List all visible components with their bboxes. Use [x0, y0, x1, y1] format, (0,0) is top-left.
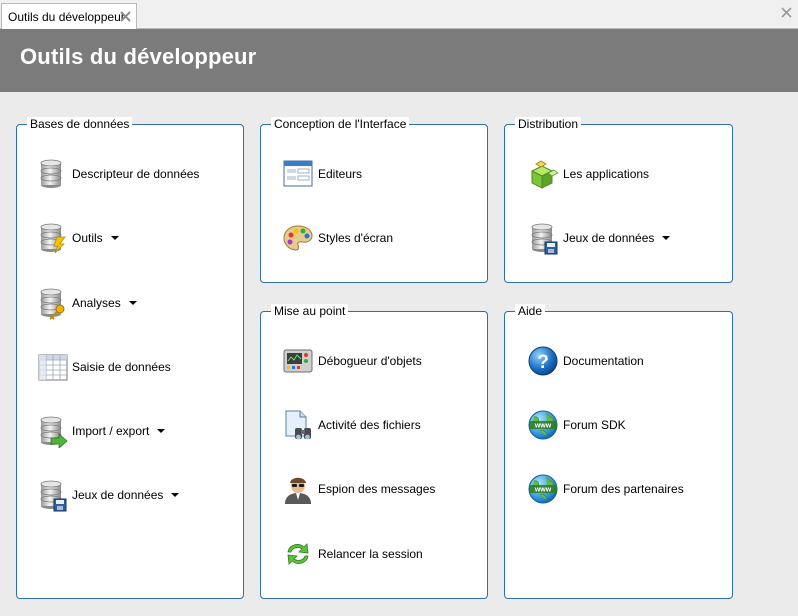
group-aide: Aide ? Documentation www Forum SDK www F… — [504, 304, 733, 599]
database-icon — [35, 157, 69, 191]
item-outils[interactable]: Outils — [35, 221, 119, 255]
dropdown-arrow-icon[interactable] — [662, 236, 671, 240]
dropdown-arrow-icon[interactable] — [171, 493, 180, 497]
spy-icon — [281, 472, 315, 506]
globe-www-icon: www — [526, 472, 560, 506]
item-descripteur-donnees[interactable]: Descripteur de données — [35, 157, 199, 191]
item-les-applications[interactable]: Les applications — [526, 157, 649, 191]
refresh-icon — [281, 537, 315, 571]
close-icon[interactable] — [780, 6, 793, 19]
item-label: Saisie de données — [72, 360, 171, 374]
tab-strip: Outils du développeur — [0, 0, 798, 29]
item-jeux-donnees-dist[interactable]: Jeux de données — [526, 221, 671, 255]
item-label: Débogueur d'objets — [318, 354, 422, 368]
item-label: Descripteur de données — [72, 167, 200, 181]
item-activite-fichiers[interactable]: Activité des fichiers — [281, 408, 421, 442]
item-forum-sdk[interactable]: www Forum SDK — [526, 408, 626, 442]
dropdown-arrow-icon[interactable] — [128, 301, 137, 305]
svg-text:www: www — [534, 487, 552, 494]
group-conception-interface: Conception de l'Interface Editeurs Style… — [260, 117, 488, 283]
monitor-device-icon — [281, 344, 315, 378]
svg-text:www: www — [534, 423, 552, 430]
item-espion-messages[interactable]: Espion des messages — [281, 472, 435, 506]
cubes-icon — [526, 157, 560, 191]
database-save-icon — [35, 478, 69, 512]
item-relancer-session[interactable]: Relancer la session — [281, 537, 423, 571]
database-tools-icon — [35, 221, 69, 255]
item-styles-ecran[interactable]: Styles d'écran — [281, 221, 393, 255]
item-editeurs[interactable]: Editeurs — [281, 157, 362, 191]
item-label: Forum des partenaires — [563, 482, 684, 496]
item-label: Espion des messages — [318, 482, 436, 496]
item-label: Les applications — [563, 167, 650, 181]
item-label: Jeux de données — [72, 488, 164, 502]
item-label: Analyses — [72, 296, 121, 310]
item-saisie-donnees[interactable]: Saisie de données — [35, 350, 171, 384]
tab-outils-developpeur[interactable]: Outils du développeur — [1, 3, 137, 29]
item-forum-partenaires[interactable]: www Forum des partenaires — [526, 472, 684, 506]
group-title: Distribution — [515, 117, 582, 131]
globe-www-icon: www — [526, 408, 560, 442]
item-label: Activité des fichiers — [318, 418, 421, 432]
item-label: Outils — [72, 231, 103, 245]
svg-text:?: ? — [537, 352, 549, 373]
group-bases-de-donnees: Bases de données Descripteur de données … — [16, 117, 244, 599]
group-distribution: Distribution Les applications Jeux de do… — [504, 117, 733, 283]
file-binoculars-icon — [281, 408, 315, 442]
group-title: Mise au point — [271, 304, 349, 318]
item-analyses[interactable]: Analyses — [35, 286, 137, 320]
database-key-icon — [35, 286, 69, 320]
group-title: Conception de l'Interface — [271, 117, 410, 131]
item-label: Jeux de données — [563, 231, 655, 245]
dropdown-arrow-icon[interactable] — [110, 236, 119, 240]
item-label: Styles d'écran — [318, 231, 393, 245]
database-save-icon — [526, 221, 560, 255]
palette-icon — [281, 221, 315, 255]
group-mise-au-point: Mise au point Débogueur d'objets Activit… — [260, 304, 488, 599]
window-form-icon — [281, 157, 315, 191]
data-grid-icon — [35, 350, 69, 384]
page-title: Outils du développeur — [20, 44, 257, 69]
item-label: Editeurs — [318, 167, 363, 181]
tab-close-icon[interactable] — [119, 10, 132, 23]
item-debogueur-objets[interactable]: Débogueur d'objets — [281, 344, 422, 378]
dropdown-arrow-icon[interactable] — [157, 429, 166, 433]
item-label: Import / export — [72, 424, 150, 438]
tab-label: Outils du développeur — [8, 10, 125, 24]
page-header: Outils du développeur — [0, 29, 798, 92]
group-title: Bases de données — [27, 117, 133, 131]
item-label: Forum SDK — [563, 418, 626, 432]
item-label: Relancer la session — [318, 547, 423, 561]
item-label: Documentation — [563, 354, 644, 368]
database-export-icon — [35, 414, 69, 448]
item-jeux-donnees-db[interactable]: Jeux de données — [35, 478, 180, 512]
help-icon: ? — [526, 344, 560, 378]
item-documentation[interactable]: ? Documentation — [526, 344, 644, 378]
item-import-export[interactable]: Import / export — [35, 414, 166, 448]
group-title: Aide — [515, 304, 546, 318]
